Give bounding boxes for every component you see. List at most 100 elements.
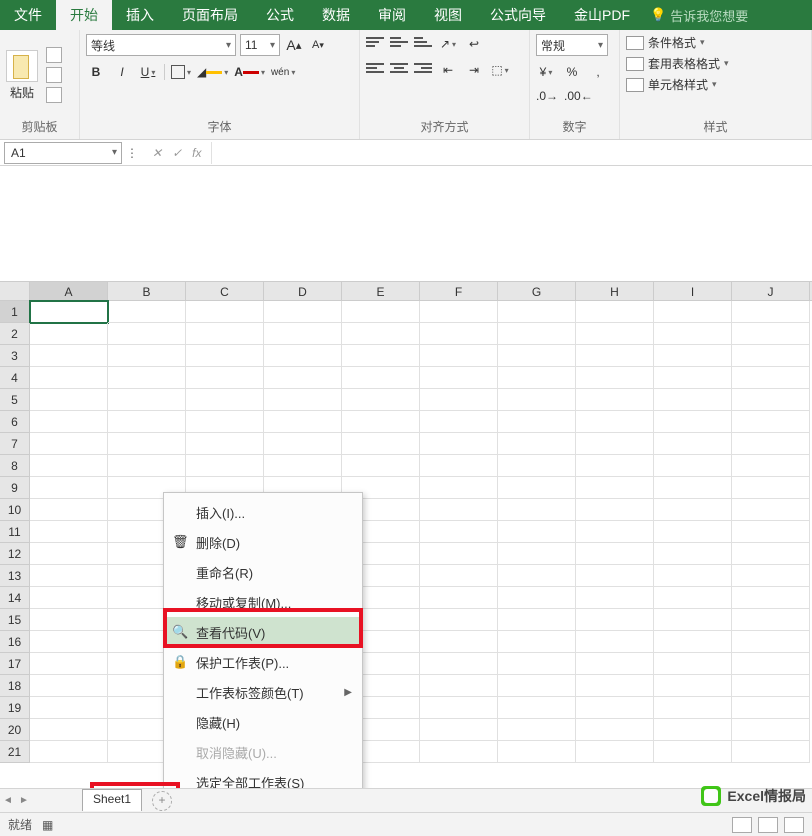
cell[interactable] (654, 631, 732, 653)
cell[interactable] (576, 719, 654, 741)
cell[interactable] (342, 389, 420, 411)
cell[interactable] (576, 587, 654, 609)
cell[interactable] (576, 653, 654, 675)
cell[interactable] (342, 433, 420, 455)
cell[interactable] (576, 565, 654, 587)
cell[interactable] (732, 345, 810, 367)
cell[interactable] (576, 631, 654, 653)
macro-record-icon[interactable]: ▦ (42, 818, 53, 832)
cell[interactable] (732, 719, 810, 741)
cell[interactable] (654, 719, 732, 741)
row-header-8[interactable]: 8 (0, 455, 30, 477)
cell[interactable] (264, 411, 342, 433)
cell[interactable] (498, 521, 576, 543)
cell[interactable] (576, 367, 654, 389)
cell[interactable] (30, 741, 108, 763)
ctx-insert[interactable]: 插入(I)... (164, 497, 362, 527)
cell[interactable] (420, 609, 498, 631)
cell[interactable] (30, 565, 108, 587)
cell[interactable] (732, 521, 810, 543)
cell[interactable] (108, 433, 186, 455)
cell[interactable] (30, 455, 108, 477)
cell[interactable] (30, 653, 108, 675)
phonetic-button[interactable]: wén (271, 62, 295, 82)
ctx-delete[interactable]: 🗑删除(D) (164, 527, 362, 557)
cell[interactable] (108, 411, 186, 433)
tab-home[interactable]: 开始 (56, 0, 112, 30)
cell[interactable] (498, 587, 576, 609)
name-box-expand-icon[interactable]: ⋮ (122, 146, 142, 160)
cell[interactable] (420, 697, 498, 719)
font-size-combo[interactable]: 11 (240, 34, 280, 56)
percent-button[interactable]: % (562, 62, 582, 82)
cell[interactable] (498, 653, 576, 675)
tab-view[interactable]: 视图 (420, 0, 476, 30)
cell[interactable] (576, 389, 654, 411)
cell[interactable] (576, 521, 654, 543)
cell[interactable] (264, 433, 342, 455)
cell[interactable] (420, 323, 498, 345)
cell[interactable] (186, 411, 264, 433)
cell[interactable] (576, 543, 654, 565)
currency-button[interactable]: ¥ (536, 62, 556, 82)
cell[interactable] (498, 675, 576, 697)
cell[interactable] (654, 345, 732, 367)
col-header-B[interactable]: B (108, 282, 186, 300)
copy-icon[interactable] (46, 67, 62, 83)
cell[interactable] (420, 543, 498, 565)
cell[interactable] (420, 389, 498, 411)
cell[interactable] (30, 543, 108, 565)
comma-button[interactable]: , (588, 62, 608, 82)
cell[interactable] (342, 323, 420, 345)
align-left-icon[interactable] (366, 60, 384, 76)
tab-review[interactable]: 审阅 (364, 0, 420, 30)
cell[interactable] (30, 389, 108, 411)
cell[interactable] (576, 499, 654, 521)
cell[interactable] (420, 301, 498, 323)
paste-button[interactable]: 粘贴 (6, 50, 38, 101)
align-top-icon[interactable] (366, 34, 384, 50)
cell[interactable] (654, 499, 732, 521)
cell[interactable] (420, 631, 498, 653)
cell[interactable] (342, 345, 420, 367)
col-header-A[interactable]: A (30, 282, 108, 300)
row-header-13[interactable]: 13 (0, 565, 30, 587)
row-header-14[interactable]: 14 (0, 587, 30, 609)
cell[interactable] (654, 301, 732, 323)
cell[interactable] (420, 455, 498, 477)
cell[interactable] (342, 367, 420, 389)
cell[interactable] (654, 389, 732, 411)
cell[interactable] (498, 499, 576, 521)
cell[interactable] (654, 411, 732, 433)
row-header-10[interactable]: 10 (0, 499, 30, 521)
cell[interactable] (420, 741, 498, 763)
bold-button[interactable]: B (86, 62, 106, 82)
increase-font-icon[interactable]: A▴ (284, 35, 304, 55)
cell[interactable] (654, 367, 732, 389)
cell[interactable] (732, 697, 810, 719)
cell[interactable] (342, 301, 420, 323)
col-header-C[interactable]: C (186, 282, 264, 300)
cell[interactable] (732, 543, 810, 565)
cell[interactable] (498, 477, 576, 499)
tab-insert[interactable]: 插入 (112, 0, 168, 30)
cell[interactable] (264, 323, 342, 345)
cell[interactable] (498, 367, 576, 389)
cell[interactable] (108, 345, 186, 367)
cell[interactable] (576, 609, 654, 631)
cell[interactable] (654, 565, 732, 587)
cell[interactable] (654, 433, 732, 455)
wrap-text-button[interactable]: ↩ (464, 34, 484, 54)
cell[interactable] (654, 653, 732, 675)
cell[interactable] (420, 521, 498, 543)
cell[interactable] (420, 499, 498, 521)
sheet-tab-sheet1[interactable]: Sheet1 (82, 789, 142, 811)
sheet-nav-prev-icon[interactable]: ◄ (0, 795, 16, 806)
cell[interactable] (732, 675, 810, 697)
tell-me[interactable]: 💡 告诉我您想要 (650, 0, 748, 30)
row-header-12[interactable]: 12 (0, 543, 30, 565)
conditional-format-button[interactable]: 条件格式 ▾ (626, 34, 705, 51)
cell[interactable] (30, 433, 108, 455)
cell[interactable] (576, 697, 654, 719)
row-header-16[interactable]: 16 (0, 631, 30, 653)
